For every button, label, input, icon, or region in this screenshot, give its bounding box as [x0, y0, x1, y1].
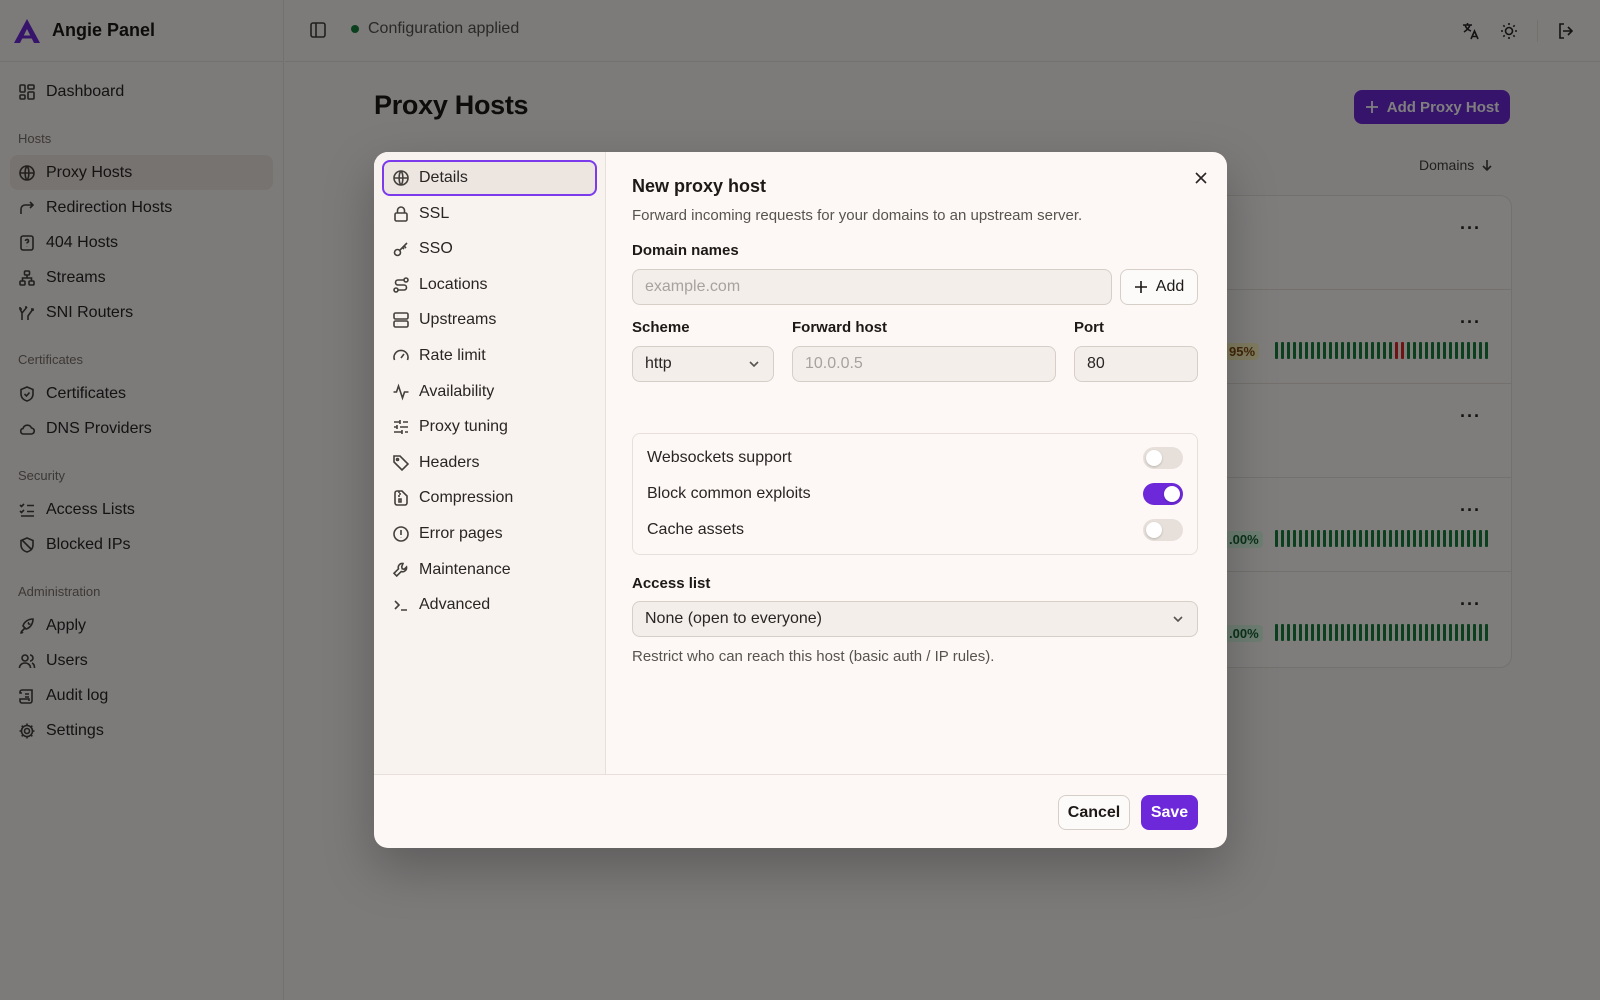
tab-label: Advanced — [419, 596, 491, 614]
tab-label: SSO — [419, 240, 453, 258]
block-exploits-toggle[interactable] — [1143, 483, 1183, 505]
dialog-title: New proxy host — [632, 176, 767, 196]
plus-icon — [1134, 280, 1148, 294]
tab-rate-limit[interactable]: Rate limit — [382, 338, 597, 374]
tab-availability[interactable]: Availability — [382, 374, 597, 410]
tab-upstreams[interactable]: Upstreams — [382, 302, 597, 338]
dialog-tabs: Details SSL SSO Locations Upstreams Rate… — [374, 152, 606, 774]
tab-maintenance[interactable]: Maintenance — [382, 552, 597, 588]
forward-host-label: Forward host — [792, 319, 888, 336]
globe-icon — [392, 169, 410, 187]
options-panel: Websockets support Block common exploits… — [632, 433, 1198, 555]
tab-proxy-tuning[interactable]: Proxy tuning — [382, 409, 597, 445]
cache-assets-row: Cache assets — [647, 518, 1183, 542]
websockets-label: Websockets support — [647, 449, 792, 466]
tab-sso[interactable]: SSO — [382, 231, 597, 267]
tag-icon — [392, 454, 410, 472]
scheme-select[interactable]: http — [632, 346, 774, 382]
chevron-down-icon — [747, 357, 761, 371]
dialog-body: New proxy host Forward incoming requests… — [632, 176, 1204, 665]
scheme-label: Scheme — [632, 319, 690, 336]
access-list-value: None (open to everyone) — [645, 610, 822, 627]
tab-headers[interactable]: Headers — [382, 445, 597, 481]
tab-locations[interactable]: Locations — [382, 267, 597, 303]
port-label: Port — [1074, 319, 1104, 336]
tab-label: Rate limit — [419, 347, 486, 365]
tab-label: Error pages — [419, 525, 503, 543]
alert-circle-icon — [392, 525, 410, 543]
add-domain-button[interactable]: Add — [1120, 269, 1198, 305]
tab-advanced[interactable]: Advanced — [382, 587, 597, 623]
tab-label: SSL — [419, 204, 450, 222]
forward-host-input[interactable]: 10.0.0.5 — [792, 346, 1056, 382]
access-list-select[interactable]: None (open to everyone) — [632, 601, 1198, 637]
tab-ssl[interactable]: SSL — [382, 196, 597, 232]
save-button[interactable]: Save — [1141, 795, 1198, 830]
new-proxy-host-dialog: Details SSL SSO Locations Upstreams Rate… — [374, 152, 1227, 848]
block-exploits-label: Block common exploits — [647, 485, 811, 502]
chevron-down-icon — [1171, 612, 1185, 626]
add-domain-label: Add — [1155, 278, 1185, 295]
tab-label: Upstreams — [419, 311, 497, 329]
file-archive-icon — [392, 489, 410, 507]
access-list-help: Restrict who can reach this host (basic … — [632, 648, 995, 665]
port-input[interactable]: 80 — [1074, 346, 1198, 382]
gauge-icon — [392, 347, 410, 365]
domain-names-input[interactable]: example.com — [632, 269, 1112, 305]
domain-names-label: Domain names — [632, 242, 739, 259]
activity-icon — [392, 383, 410, 401]
sliders-icon — [392, 418, 410, 436]
access-list-label: Access list — [632, 575, 711, 592]
route-icon — [392, 276, 410, 294]
tab-label: Details — [419, 169, 468, 186]
tab-compression[interactable]: Compression — [382, 480, 597, 516]
websockets-row: Websockets support — [647, 446, 1183, 470]
cache-assets-label: Cache assets — [647, 521, 744, 538]
tab-error-pages[interactable]: Error pages — [382, 516, 597, 552]
cache-assets-toggle[interactable] — [1143, 519, 1183, 541]
tab-label: Locations — [419, 275, 488, 293]
tab-label: Availability — [419, 382, 495, 400]
tab-details[interactable]: Details — [382, 160, 597, 196]
tab-label: Maintenance — [419, 560, 511, 578]
scheme-value: http — [645, 355, 672, 372]
dialog-subtitle: Forward incoming requests for your domai… — [632, 207, 1083, 224]
block-exploits-row: Block common exploits — [647, 482, 1183, 506]
dialog-footer: Cancel Save — [374, 774, 1227, 848]
server-icon — [392, 311, 410, 329]
terminal-icon — [392, 596, 410, 614]
cancel-button[interactable]: Cancel — [1058, 795, 1130, 830]
websockets-toggle[interactable] — [1143, 447, 1183, 469]
key-icon — [392, 240, 410, 258]
tab-label: Headers — [419, 453, 480, 471]
lock-icon — [392, 205, 410, 223]
tab-label: Compression — [419, 489, 514, 507]
wrench-icon — [392, 561, 410, 579]
tab-label: Proxy tuning — [419, 418, 508, 436]
